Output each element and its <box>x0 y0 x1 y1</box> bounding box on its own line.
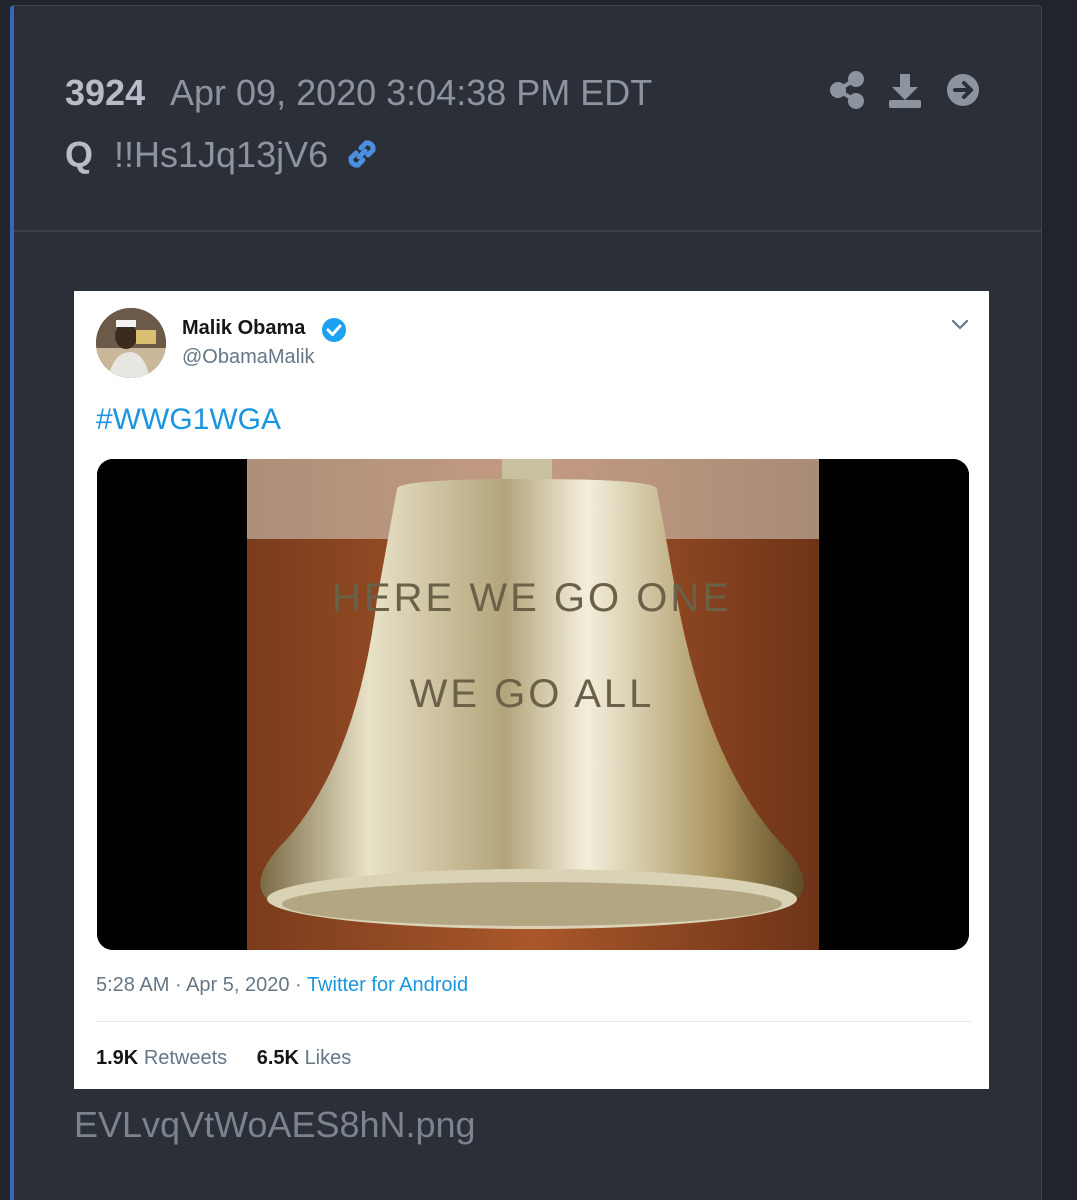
tweet-handle: @ObamaMalik <box>182 346 315 368</box>
retweets-stat[interactable]: 1.9K Retweets <box>96 1047 227 1069</box>
page: 3924 Apr 09, 2020 3:04:38 PM EDT Q !!Hs1… <box>0 0 1077 1200</box>
tweet-author-name: Malik Obama <box>182 317 306 339</box>
avatar <box>96 308 166 378</box>
chevron-down-icon[interactable] <box>949 313 971 335</box>
bell-engraving-line1: HERE WE GO ONE <box>332 576 732 620</box>
post-number[interactable]: 3924 <box>65 72 145 114</box>
post-header: 3924 Apr 09, 2020 3:04:38 PM EDT Q !!Hs1… <box>14 6 1041 232</box>
post-tripcode: !!Hs1Jq13jV6 <box>114 134 329 175</box>
tweet-stats: 1.9K Retweets 6.5K Likes <box>96 1047 351 1070</box>
tweet-time: 5:28 AM <box>96 974 170 996</box>
share-icon[interactable] <box>829 70 865 110</box>
likes-stat[interactable]: 6.5K Likes <box>257 1047 352 1069</box>
post-actions <box>829 70 981 110</box>
bell-engraving-line2: WE GO ALL <box>410 672 655 716</box>
tweet-screenshot[interactable]: Malik Obama @ObamaMalik #WWG1WGA HERE WE… <box>74 291 989 1089</box>
meta-separator: · <box>174 974 182 996</box>
verified-badge-icon <box>322 318 346 342</box>
post-author: Q <box>65 134 94 175</box>
tweet-image[interactable]: HERE WE GO ONE WE GO ALL <box>97 459 969 950</box>
post-card: 3924 Apr 09, 2020 3:04:38 PM EDT Q !!Hs1… <box>10 5 1042 1200</box>
retweets-label: Retweets <box>143 1047 228 1069</box>
retweets-count: 1.9K <box>96 1047 139 1069</box>
tweet-timestamp: 5:28 AM · Apr 5, 2020 · Twitter for Andr… <box>96 974 468 997</box>
tweet-source-link[interactable]: Twitter for Android <box>307 974 468 996</box>
tweet-date: Apr 5, 2020 <box>186 974 290 996</box>
next-arrow-icon[interactable] <box>945 70 981 110</box>
download-icon[interactable] <box>887 70 923 110</box>
divider <box>96 1021 971 1022</box>
likes-count: 6.5K <box>256 1047 299 1069</box>
link-icon[interactable] <box>342 134 382 174</box>
attachment-filename[interactable]: EVLvqVtWoAES8hN.png <box>74 1104 476 1146</box>
tweet-hashtag[interactable]: #WWG1WGA <box>96 403 281 437</box>
meta-separator: · <box>295 974 302 996</box>
likes-label: Likes <box>304 1047 352 1069</box>
post-date: Apr 09, 2020 3:04:38 PM EDT <box>170 72 653 113</box>
